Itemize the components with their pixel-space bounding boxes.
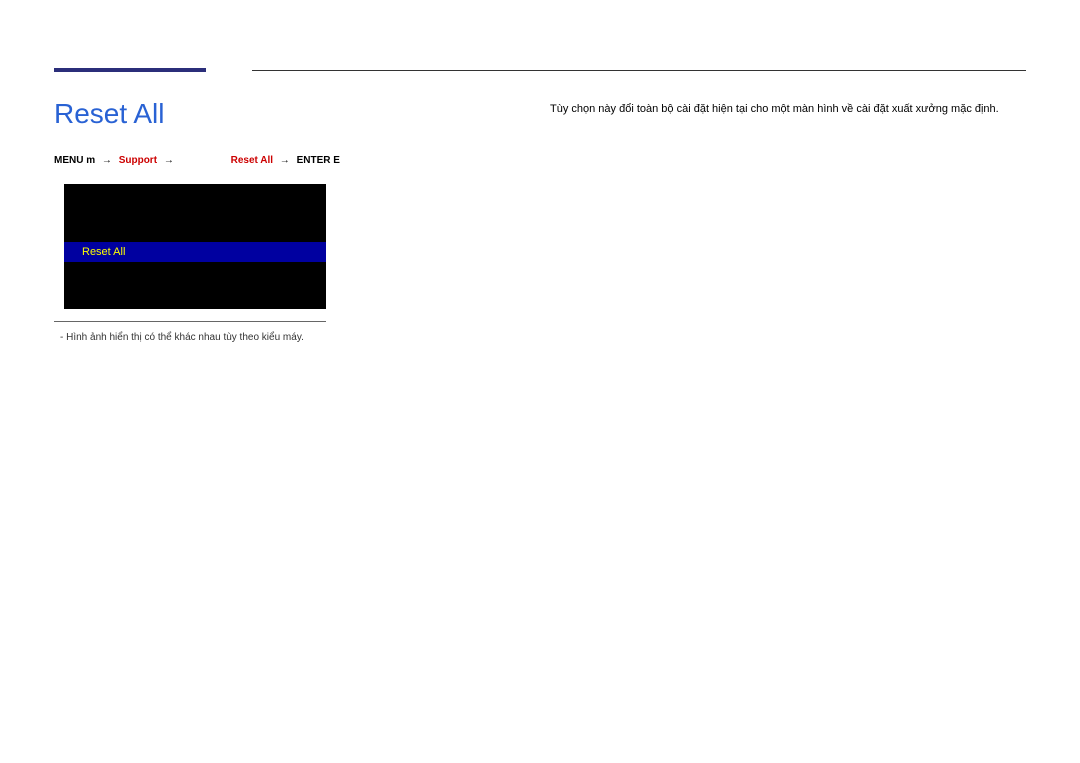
menu-item-reset-all: Reset All: [64, 242, 326, 262]
arrow-2: →: [164, 155, 177, 166]
note-divider: [54, 321, 326, 322]
support-label: Support: [119, 155, 157, 166]
arrow-1: →: [102, 155, 112, 166]
arrow-3: →: [280, 155, 290, 166]
menu-preview: Reset All: [64, 184, 326, 309]
breadcrumb: MENU m → Support → Reset All → ENTER E: [54, 155, 340, 166]
description-text: Tùy chọn này đổi toàn bộ cài đặt hiện tạ…: [550, 103, 999, 115]
enter-glyph: E: [333, 155, 340, 166]
menu-label: MENU: [54, 155, 83, 166]
resetall-label: Reset All: [231, 155, 273, 166]
header-divider: [252, 70, 1026, 71]
enter-label: ENTER: [297, 155, 331, 166]
header-accent-bar: [54, 68, 206, 72]
note-text: Hình ảnh hiển thị có thể khác nhau tùy t…: [60, 332, 304, 343]
page-title: Reset All: [54, 98, 165, 130]
menu-glyph: m: [86, 155, 95, 166]
arrow-2-text: →: [164, 155, 174, 166]
